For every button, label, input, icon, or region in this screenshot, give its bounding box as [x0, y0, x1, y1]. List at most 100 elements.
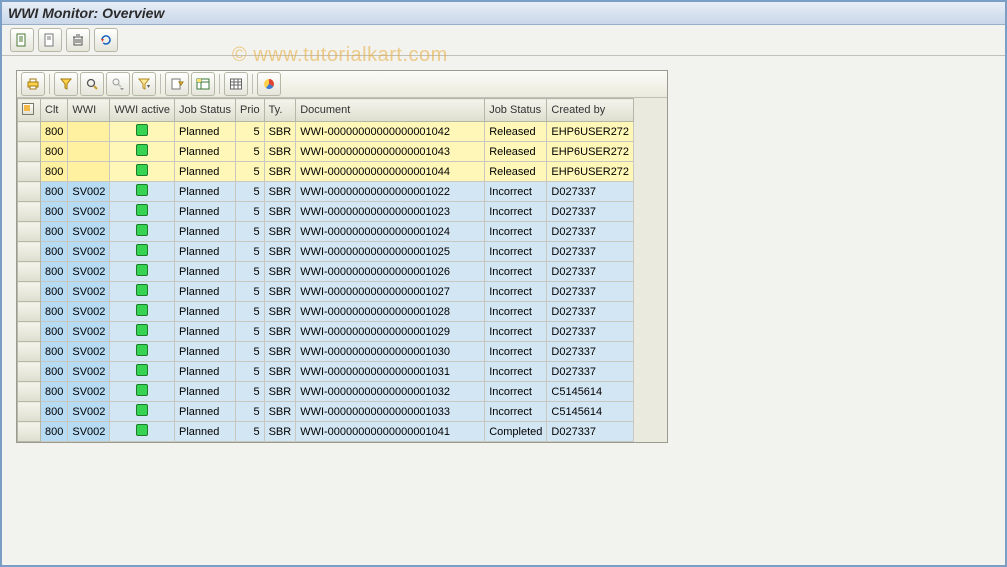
- row-selector[interactable]: [18, 242, 41, 262]
- table-row[interactable]: 800Planned5SBRWWI-00000000000000001044Re…: [18, 162, 634, 182]
- row-selector[interactable]: [18, 142, 41, 162]
- cell-jobstatus2: Incorrect: [485, 382, 547, 402]
- cell-document: WWI-00000000000000001044: [296, 162, 485, 182]
- row-selector[interactable]: [18, 162, 41, 182]
- cell-clt: 800: [41, 182, 68, 202]
- row-selector[interactable]: [18, 262, 41, 282]
- alv-chart-button[interactable]: [257, 72, 281, 96]
- cell-document: WWI-00000000000000001043: [296, 142, 485, 162]
- cell-clt: 800: [41, 282, 68, 302]
- col-createdby[interactable]: Created by: [547, 99, 634, 122]
- cell-jobstatus1: Planned: [175, 402, 236, 422]
- row-selector[interactable]: [18, 202, 41, 222]
- row-selector[interactable]: [18, 402, 41, 422]
- alv-find-button[interactable]: [80, 72, 104, 96]
- cell-active: [110, 162, 175, 182]
- cell-wwi: SV002: [68, 342, 110, 362]
- table-row[interactable]: 800SV002Planned5SBRWWI-00000000000000001…: [18, 222, 634, 242]
- alv-set-filter-button[interactable]: [132, 72, 156, 96]
- toolbar-document-button[interactable]: [10, 28, 34, 52]
- table-row[interactable]: 800SV002Planned5SBRWWI-00000000000000001…: [18, 242, 634, 262]
- cell-document: WWI-00000000000000001027: [296, 282, 485, 302]
- cell-jobstatus2: Incorrect: [485, 362, 547, 382]
- row-selector[interactable]: [18, 382, 41, 402]
- cell-wwi: SV002: [68, 422, 110, 442]
- col-active[interactable]: WWI active: [110, 99, 175, 122]
- row-selector[interactable]: [18, 282, 41, 302]
- status-active-icon: [136, 424, 148, 436]
- row-selector[interactable]: [18, 302, 41, 322]
- cell-prio: 5: [236, 262, 265, 282]
- toolbar-separator: [49, 74, 50, 94]
- row-selector[interactable]: [18, 362, 41, 382]
- cell-clt: 800: [41, 382, 68, 402]
- row-selector[interactable]: [18, 342, 41, 362]
- status-active-icon: [136, 344, 148, 356]
- table-row[interactable]: 800SV002Planned5SBRWWI-00000000000000001…: [18, 182, 634, 202]
- row-selector[interactable]: [18, 322, 41, 342]
- toolbar-refresh-button[interactable]: [94, 28, 118, 52]
- cell-jobstatus2: Incorrect: [485, 242, 547, 262]
- cell-active: [110, 142, 175, 162]
- cell-clt: 800: [41, 302, 68, 322]
- table-row[interactable]: 800SV002Planned5SBRWWI-00000000000000001…: [18, 202, 634, 222]
- table-row[interactable]: 800SV002Planned5SBRWWI-00000000000000001…: [18, 282, 634, 302]
- table-row[interactable]: 800SV002Planned5SBRWWI-00000000000000001…: [18, 422, 634, 442]
- status-active-icon: [136, 304, 148, 316]
- alv-grid[interactable]: Clt WWI WWI active Job Status Prio Ty. D…: [17, 98, 634, 442]
- cell-wwi: SV002: [68, 302, 110, 322]
- cell-wwi: SV002: [68, 322, 110, 342]
- status-active-icon: [136, 384, 148, 396]
- row-selector[interactable]: [18, 422, 41, 442]
- cell-createdby: EHP6USER272: [547, 142, 634, 162]
- col-jobstatus2[interactable]: Job Status: [485, 99, 547, 122]
- cell-jobstatus1: Planned: [175, 282, 236, 302]
- table-row[interactable]: 800SV002Planned5SBRWWI-00000000000000001…: [18, 302, 634, 322]
- cell-jobstatus2: Incorrect: [485, 282, 547, 302]
- cell-document: WWI-00000000000000001033: [296, 402, 485, 422]
- table-row[interactable]: 800SV002Planned5SBRWWI-00000000000000001…: [18, 362, 634, 382]
- alv-filter-button[interactable]: [54, 72, 78, 96]
- cell-document: WWI-00000000000000001023: [296, 202, 485, 222]
- cell-jobstatus1: Planned: [175, 162, 236, 182]
- toolbar-display-button[interactable]: [38, 28, 62, 52]
- cell-wwi: SV002: [68, 282, 110, 302]
- table-row[interactable]: 800SV002Planned5SBRWWI-00000000000000001…: [18, 382, 634, 402]
- toolbar-delete-button[interactable]: [66, 28, 90, 52]
- table-row[interactable]: 800SV002Planned5SBRWWI-00000000000000001…: [18, 402, 634, 422]
- cell-jobstatus1: Planned: [175, 182, 236, 202]
- alv-print-button[interactable]: [21, 72, 45, 96]
- cell-ty: SBR: [264, 362, 296, 382]
- cell-prio: 5: [236, 202, 265, 222]
- row-selector[interactable]: [18, 182, 41, 202]
- cell-jobstatus1: Planned: [175, 342, 236, 362]
- cell-clt: 800: [41, 222, 68, 242]
- row-selector[interactable]: [18, 122, 41, 142]
- col-jobstatus1[interactable]: Job Status: [175, 99, 236, 122]
- cell-createdby: C5145614: [547, 402, 634, 422]
- table-row[interactable]: 800SV002Planned5SBRWWI-00000000000000001…: [18, 342, 634, 362]
- cell-clt: 800: [41, 362, 68, 382]
- cell-prio: 5: [236, 322, 265, 342]
- table-row[interactable]: 800SV002Planned5SBRWWI-00000000000000001…: [18, 322, 634, 342]
- cell-active: [110, 302, 175, 322]
- table-row[interactable]: 800Planned5SBRWWI-00000000000000001043Re…: [18, 142, 634, 162]
- table-row[interactable]: 800SV002Planned5SBRWWI-00000000000000001…: [18, 262, 634, 282]
- alv-find-next-button[interactable]: [106, 72, 130, 96]
- col-wwi[interactable]: WWI: [68, 99, 110, 122]
- col-ty[interactable]: Ty.: [264, 99, 296, 122]
- table-row[interactable]: 800Planned5SBRWWI-00000000000000001042Re…: [18, 122, 634, 142]
- print-icon: [26, 77, 40, 91]
- alv-spreadsheet-button[interactable]: [191, 72, 215, 96]
- col-clt[interactable]: Clt: [41, 99, 68, 122]
- cell-ty: SBR: [264, 202, 296, 222]
- alv-export-button[interactable]: [165, 72, 189, 96]
- col-document[interactable]: Document: [296, 99, 485, 122]
- alv-grid-container: Clt WWI WWI active Job Status Prio Ty. D…: [16, 70, 668, 443]
- row-selector[interactable]: [18, 222, 41, 242]
- col-prio[interactable]: Prio: [236, 99, 265, 122]
- cell-ty: SBR: [264, 342, 296, 362]
- alv-layout-button[interactable]: [224, 72, 248, 96]
- cell-prio: 5: [236, 402, 265, 422]
- select-all-header[interactable]: [18, 99, 41, 122]
